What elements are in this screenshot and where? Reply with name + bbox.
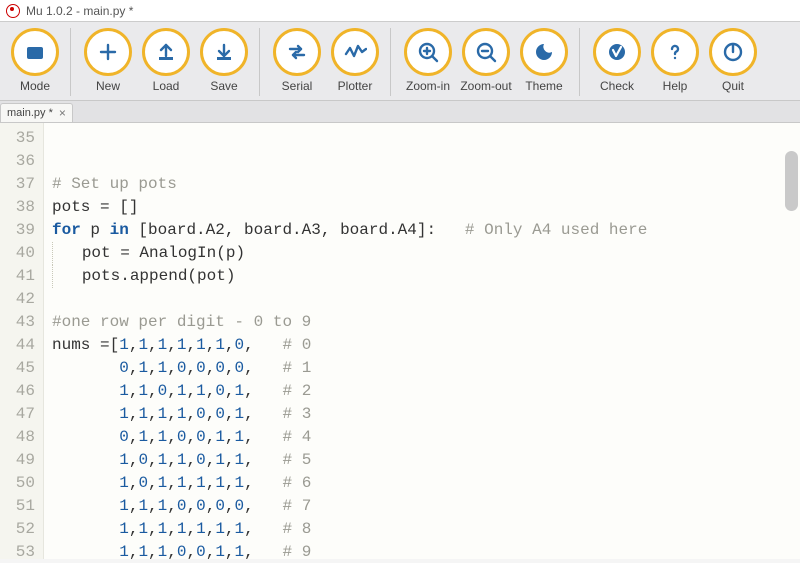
indent-guide [52,242,53,265]
window-title: Mu 1.0.2 - main.py * [26,4,133,18]
theme-button[interactable]: Theme [515,28,573,93]
tab-main-py[interactable]: main.py * × [0,103,73,122]
download-icon [200,28,248,76]
help-icon [651,28,699,76]
code-line[interactable]: 1,1,1,0,0,0,0, # 7 [52,495,800,518]
toolbar: Mode New Load Save Serial Plotter Zoom-in Zoom-… [0,22,800,101]
line-number: 49 [0,449,35,472]
app-logo-icon [6,4,20,18]
line-number: 43 [0,311,35,334]
code-line[interactable]: pots = [] [52,196,800,219]
help-button[interactable]: Help [646,28,704,93]
line-number: 45 [0,357,35,380]
serial-icon [273,28,321,76]
code-line[interactable]: nums =[1,1,1,1,1,1,0, # 0 [52,334,800,357]
load-button[interactable]: Load [137,28,195,93]
code-line[interactable]: #one row per digit - 0 to 9 [52,311,800,334]
line-number: 50 [0,472,35,495]
toolbar-separator [70,28,71,96]
code-line[interactable]: 0,1,1,0,0,0,0, # 1 [52,357,800,380]
quit-icon [709,28,757,76]
toolbar-label: Help [663,79,688,93]
zoom-in-icon [404,28,452,76]
theme-icon [520,28,568,76]
code-line[interactable]: 1,1,1,0,0,1,1, # 9 [52,541,800,559]
toolbar-separator [390,28,391,96]
toolbar-label: Check [600,79,634,93]
code-line[interactable]: 1,1,0,1,1,0,1, # 2 [52,380,800,403]
line-number: 40 [0,242,35,265]
indent-guide [52,265,53,288]
line-number-gutter: 35363738394041424344454647484950515253 [0,123,44,559]
toolbar-separator [259,28,260,96]
line-number: 39 [0,219,35,242]
toolbar-label: Load [153,79,180,93]
line-number: 44 [0,334,35,357]
line-number: 48 [0,426,35,449]
code-line[interactable]: 1,1,1,1,1,1,1, # 8 [52,518,800,541]
code-line[interactable]: pot = AnalogIn(p) [52,242,800,265]
line-number: 46 [0,380,35,403]
toolbar-label: Mode [20,79,50,93]
line-number: 38 [0,196,35,219]
toolbar-label: Zoom-in [406,79,450,93]
tab-bar: main.py * × [0,101,800,123]
toolbar-separator [579,28,580,96]
upload-icon [142,28,190,76]
code-line[interactable]: 0,1,1,0,0,1,1, # 4 [52,426,800,449]
line-number: 35 [0,127,35,150]
mode-icon [11,28,59,76]
toolbar-label: Theme [525,79,562,93]
scrollbar-thumb[interactable] [785,151,798,211]
line-number: 52 [0,518,35,541]
title-bar: Mu 1.0.2 - main.py * [0,0,800,22]
line-number: 53 [0,541,35,559]
toolbar-label: Plotter [338,79,373,93]
tab-label: main.py * [7,107,53,119]
line-number: 51 [0,495,35,518]
toolbar-label: Serial [282,79,313,93]
code-line[interactable]: # Set up pots [52,173,800,196]
line-number: 41 [0,265,35,288]
code-line[interactable]: 1,0,1,1,0,1,1, # 5 [52,449,800,472]
code-line[interactable] [52,288,800,311]
toolbar-label: Zoom-out [460,79,511,93]
zoom-out-icon [462,28,510,76]
code-editor[interactable]: 35363738394041424344454647484950515253 #… [0,123,800,559]
zoomin-button[interactable]: Zoom-in [399,28,457,93]
check-button[interactable]: Check [588,28,646,93]
line-number: 47 [0,403,35,426]
code-line[interactable]: 1,1,1,1,0,0,1, # 3 [52,403,800,426]
code-line[interactable]: for p in [board.A2, board.A3, board.A4]:… [52,219,800,242]
code-area[interactable]: # Set up potspots = []for p in [board.A2… [44,123,800,559]
close-icon[interactable]: × [59,107,66,119]
toolbar-label: Save [210,79,237,93]
line-number: 42 [0,288,35,311]
toolbar-label: Quit [722,79,744,93]
check-icon [593,28,641,76]
serial-button[interactable]: Serial [268,28,326,93]
mode-button[interactable]: Mode [6,28,64,93]
zoomout-button[interactable]: Zoom-out [457,28,515,93]
new-button[interactable]: New [79,28,137,93]
save-button[interactable]: Save [195,28,253,93]
code-line[interactable]: 1,0,1,1,1,1,1, # 6 [52,472,800,495]
plotter-icon [331,28,379,76]
code-line[interactable]: pots.append(pot) [52,265,800,288]
quit-button[interactable]: Quit [704,28,762,93]
plus-icon [84,28,132,76]
plotter-button[interactable]: Plotter [326,28,384,93]
line-number: 37 [0,173,35,196]
toolbar-label: New [96,79,120,93]
line-number: 36 [0,150,35,173]
